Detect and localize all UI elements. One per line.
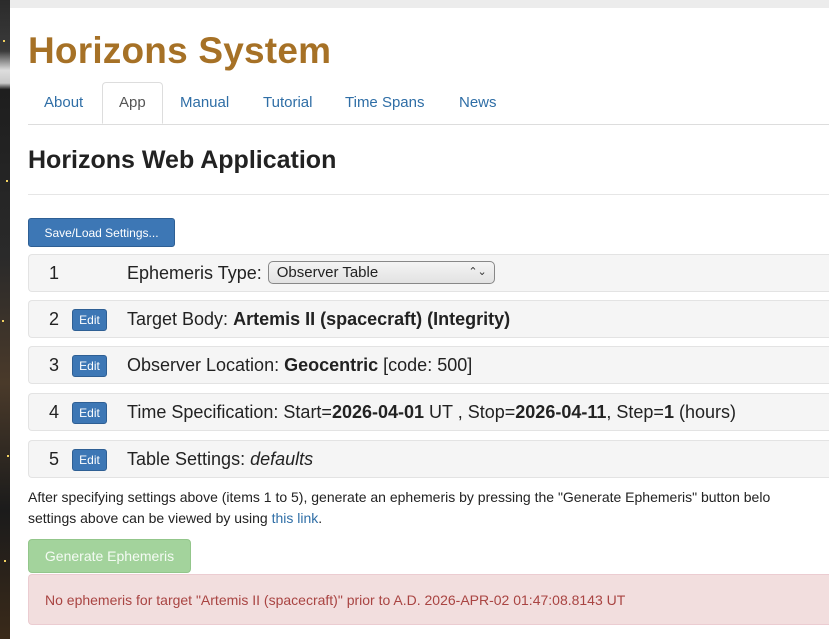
target-body-value: Artemis II (spacecraft) (Integrity) xyxy=(233,309,511,329)
background-speck xyxy=(4,560,6,562)
chevron-up-down-icon: ⌃⌄ xyxy=(468,266,487,279)
instructions-line-1: After specifying settings above (items 1… xyxy=(28,489,771,505)
edit-target-button[interactable]: Edit xyxy=(72,309,107,331)
setting-number: 1 xyxy=(49,263,60,283)
this-link[interactable]: this link xyxy=(272,510,319,526)
start-label: Start= xyxy=(283,402,332,422)
setting-text: Table Settings: defaults xyxy=(127,441,313,477)
setting-row-observer-location: 3 Edit Observer Location: Geocentric [co… xyxy=(28,346,829,384)
observer-code: [code: 500] xyxy=(383,355,473,375)
setting-text: Time Specification: Start=2026-04-01 UT … xyxy=(127,402,736,422)
setting-label: Ephemeris Type: xyxy=(127,263,262,283)
instructions-line-2: settings above can be viewed by using th… xyxy=(28,508,829,529)
setting-label: Target Body: xyxy=(127,309,229,329)
nav-tabs: About App Manual Tutorial Time Spans New… xyxy=(28,82,829,125)
setting-text: Target Body: Artemis II (spacecraft) (In… xyxy=(127,301,510,337)
start-suffix: UT , xyxy=(429,402,463,422)
stop-label: Stop= xyxy=(467,402,516,422)
setting-row-table-settings: 5 Edit Table Settings: defaults xyxy=(28,440,829,478)
setting-label: Table Settings: xyxy=(127,449,246,469)
select-value: Observer Table xyxy=(276,264,379,282)
edit-time-button[interactable]: Edit xyxy=(72,402,107,424)
tab-news[interactable]: News xyxy=(443,82,513,124)
site-title: Horizons System xyxy=(28,30,332,71)
step-label: Step= xyxy=(616,402,664,422)
setting-number: 2 xyxy=(49,309,60,329)
setting-row-time-specification: 4 Edit Time Specification: Start=2026-04… xyxy=(28,393,829,431)
step-unit: (hours) xyxy=(678,402,736,422)
background-speck xyxy=(6,180,8,182)
background-speck xyxy=(3,40,5,42)
setting-number: 5 xyxy=(49,449,60,469)
page-title: Horizons Web Application xyxy=(28,146,337,174)
tab-tutorial[interactable]: Tutorial xyxy=(247,82,328,124)
setting-label: Time Specification: xyxy=(127,402,279,422)
setting-number: 3 xyxy=(49,355,60,375)
error-alert: No ephemeris for target "Artemis II (spa… xyxy=(28,574,829,625)
edit-table-button[interactable]: Edit xyxy=(72,449,107,471)
instructions-suffix: . xyxy=(318,510,323,526)
ephemeris-type-select[interactable]: Observer Table ⌃⌄ xyxy=(267,261,495,285)
background-speck xyxy=(2,320,4,322)
divider xyxy=(28,194,829,195)
instructions-text: After specifying settings above (items 1… xyxy=(28,487,829,529)
stop-value: 2026-04-11 xyxy=(515,402,607,422)
table-settings-value: defaults xyxy=(250,449,314,469)
browser-top-band xyxy=(10,0,829,8)
setting-text: Observer Location: Geocentric [code: 500… xyxy=(127,347,472,383)
setting-label: Observer Location: xyxy=(127,355,280,375)
instructions-prefix: settings above can be viewed by using xyxy=(28,510,268,526)
edit-observer-button[interactable]: Edit xyxy=(72,355,107,377)
setting-number: 4 xyxy=(49,402,60,422)
setting-text: Ephemeris Type: Observer Table ⌃⌄ xyxy=(127,255,495,291)
start-value: 2026-04-01 xyxy=(331,402,425,422)
background-speck xyxy=(7,455,9,457)
tab-about[interactable]: About xyxy=(28,82,99,124)
tab-app[interactable]: App xyxy=(102,82,163,124)
tab-manual[interactable]: Manual xyxy=(164,82,245,124)
background-window-edge xyxy=(0,0,10,639)
generate-ephemeris-button[interactable]: Generate Ephemeris xyxy=(28,539,191,573)
tab-time-spans[interactable]: Time Spans xyxy=(329,82,440,124)
setting-row-ephemeris-type: 1 Ephemeris Type: Observer Table ⌃⌄ xyxy=(28,254,829,292)
save-load-settings-button[interactable]: Save/Load Settings... xyxy=(28,218,175,247)
page-content: Horizons System About App Manual Tutoria… xyxy=(28,8,829,639)
observer-location-value: Geocentric xyxy=(284,355,379,375)
setting-row-target-body: 2 Edit Target Body: Artemis II (spacecra… xyxy=(28,300,829,338)
step-value: 1 xyxy=(663,402,674,422)
